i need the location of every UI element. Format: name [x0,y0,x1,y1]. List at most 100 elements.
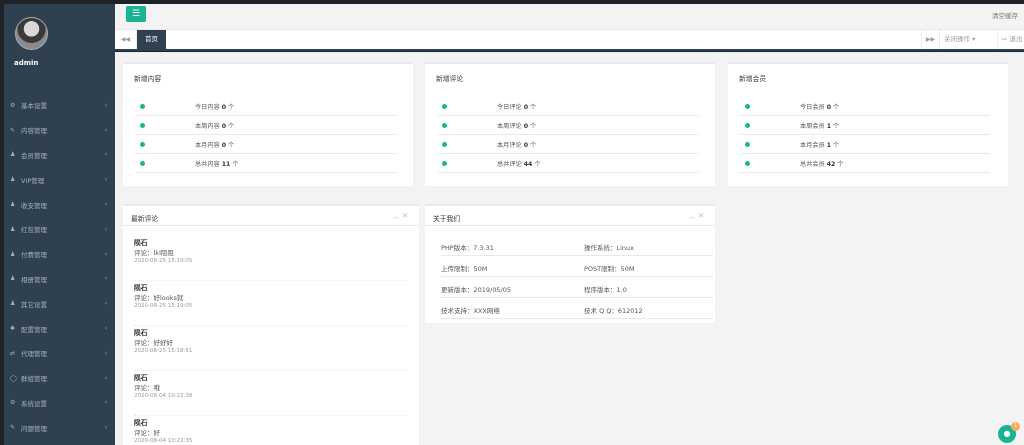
bullet-dot-icon [442,142,447,147]
about-left-value: 技术支持：XXX网络 [441,307,500,315]
comment-time: 2020-08-25 15:19:05 [134,258,193,264]
tab-home[interactable]: 首页 [137,30,166,49]
stat-unit: 个 [837,161,844,168]
sidebar-item[interactable]: ♟ 付费管理 ‹ [4,242,115,267]
bullet-dot-icon [745,104,750,109]
panel-title: 关于我们 [433,215,461,223]
stat-row: 本月会员 1 个 [740,136,990,154]
chevron-left-icon: ‹ [104,399,107,407]
sidebar-item[interactable]: ✎ 问题管理 ‹ [4,415,115,440]
stat-text: 总共评论 44 个 [497,159,541,168]
exit-button[interactable]: ⇨ 退出 [997,30,1024,49]
stat-row: 今日评论 0 个 [437,98,699,116]
comment-item: 陨石 评论：哦 2020-08-04 10:22:38 [134,372,408,416]
close-tabs-dropdown[interactable]: 关闭操作 ▾ [939,30,997,49]
tab-scroll-left-button[interactable]: ◀◀ [115,30,137,49]
sidebar-item-label: 相册管理 [21,275,47,284]
comment-author[interactable]: 陨石 [134,327,148,337]
stat-row: 总共会员 42 个 [740,155,990,173]
about-right-value: 操作系统：Linux [584,244,635,252]
about-right-value: POST限制：50M [584,265,635,273]
sidebar-item-label: VIP管理 [21,176,45,185]
collapse-icon[interactable]: ︿ [688,212,698,220]
sidebar-item[interactable]: ⚙ 基本设置 ‹ [4,93,115,118]
about-row: 上传限制：50M POST限制：50M [441,257,713,277]
sidebar-item[interactable]: ◯ 群组管理 ‹ [4,366,115,391]
comment-time: 2020-08-25 15:18:51 [134,348,193,354]
sidebar-nav: ⚙ 基本设置 ‹ ✎ 内容管理 ‹ ♟ 会员管理 ‹ ♟ VIP管理 ‹ ♟ 收支管理 ‹ ♟ 红包管理 ‹ ♟ 付费… [4,93,115,440]
stat-label: 今日会员 [800,104,825,111]
stat-label: 本月内容 [195,142,220,149]
stat-unit: 个 [232,161,239,168]
close-icon[interactable]: ✕ [698,212,707,220]
comment-author[interactable]: 陨石 [134,417,148,427]
stat-text: 今日内容 0 个 [195,102,234,111]
bullet-dot-icon [140,123,145,128]
user-icon: ♟ [10,300,16,308]
collapse-icon[interactable]: ︿ [392,212,402,220]
comment-time: 2020-08-25 15:19:05 [134,303,193,309]
sidebar-item[interactable]: ⚙ 系统设置 ‹ [4,391,115,416]
stat-value: 0 [523,142,529,149]
panel-tools: ︿✕ [392,211,411,221]
stat-label: 今日内容 [195,104,220,111]
menu-toggle-button[interactable]: ☰ [126,6,146,22]
stat-label: 总共会员 [800,161,825,168]
tab-scroll-right-button[interactable]: ▶▶ [921,30,939,49]
stat-row: 今日内容 0 个 [135,98,397,116]
menu-icon: ☰ [131,9,141,19]
stat-row: 本月内容 0 个 [135,136,397,154]
chevron-left-icon: ‹ [104,300,107,308]
stat-card: 新增内容 今日内容 0 个本周内容 0 个本月内容 0 个总共内容 11 个 [123,62,413,186]
clear-cache-link[interactable]: 清空缓存 [992,10,1018,20]
bullet-dot-icon [140,104,145,109]
comment-author[interactable]: 陨石 [134,372,148,382]
sidebar-item[interactable]: ♟ 红包管理 ‹ [4,217,115,242]
stat-label: 本月会员 [800,142,825,149]
close-icon[interactable]: ✕ [402,212,411,220]
comment-author[interactable]: 陨石 [134,237,148,247]
sidebar-item-label: 收支管理 [21,201,47,210]
stat-row: 本周评论 0 个 [437,117,699,135]
latest-comments-panel: 最新评论 ︿✕ 陨石 评论：lkl阻阻 2020-08-25 15:19:05 陨石评… [123,204,419,445]
user-icon: ♟ [10,250,16,258]
bullet-dot-icon [442,161,447,166]
stat-unit: 个 [833,104,840,111]
user-name[interactable]: admin [14,59,38,67]
comment-time: 2020-08-04 10:22:35 [134,438,193,444]
comment-author[interactable]: 陨石 [134,282,148,292]
stat-text: 本月评论 0 个 [497,140,536,149]
chevron-left-icon: ‹ [104,101,107,109]
sidebar-item-label: 系统设置 [21,399,47,408]
stat-text: 本月会员 1 个 [800,140,839,149]
sidebar-item[interactable]: ♟ VIP管理 ‹ [4,167,115,192]
sidebar-item[interactable]: ♟ 其它设置 ‹ [4,291,115,316]
card-title: 新增评论 [436,75,464,83]
sidebar-item[interactable]: ♟ 会员管理 ‹ [4,143,115,168]
stat-value: 0 [221,123,227,130]
comment-item: 陨石 评论：好looks就 2020-08-25 15:19:05 [134,282,408,326]
stat-label: 本周评论 [497,123,522,130]
sidebar-item-label: 其它设置 [21,300,47,309]
stat-row: 总共内容 11 个 [135,155,397,173]
stat-row: 今日会员 0 个 [740,98,990,116]
chevron-left-icon: ‹ [104,325,107,333]
stat-row: 总共评论 44 个 [437,155,699,173]
sidebar-item[interactable]: ✎ 内容管理 ‹ [4,118,115,143]
avatar[interactable] [15,17,48,50]
stat-unit: 个 [228,123,235,130]
stat-text: 本周内容 0 个 [195,121,234,130]
sidebar-item[interactable]: ♟ 相册管理 ‹ [4,267,115,292]
comment-time: 2020-08-04 10:22:38 [134,393,193,399]
stat-value: 42 [826,161,836,168]
chat-button[interactable]: ● 1 [998,422,1020,443]
gear-icon: ✱ [10,325,16,333]
sidebar-item[interactable]: ♟ 收支管理 ‹ [4,192,115,217]
chat-icon: ◯ [10,374,17,382]
sidebar-item[interactable]: ✱ 配置管理 ‹ [4,316,115,341]
about-left-value: PHP版本：7.3.31 [441,244,494,252]
sidebar-item[interactable]: ⇄ 代理管理 ‹ [4,341,115,366]
sidebar-item-label: 群组管理 [21,375,47,384]
chevron-left-icon: ‹ [104,374,107,382]
chat-count-badge: 1 [1011,422,1020,431]
